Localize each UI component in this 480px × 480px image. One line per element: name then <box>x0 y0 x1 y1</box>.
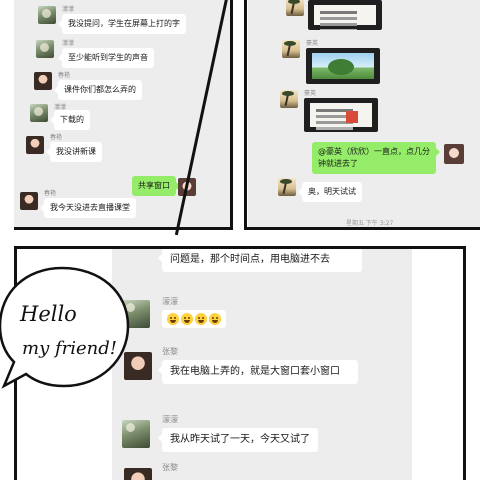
message-bubble[interactable]: 至少能听到学生的声音 <box>58 48 154 68</box>
message-bubble[interactable]: 问题是，那个时间点，用电脑进不去 <box>158 248 362 272</box>
slide-preview <box>310 103 372 127</box>
message-bubble[interactable]: 我从昨天试了一天，今天又试了 <box>158 428 318 452</box>
avatar[interactable] <box>124 468 152 480</box>
emoji-message[interactable] <box>162 310 226 328</box>
slide-preview <box>314 5 376 25</box>
avatar[interactable] <box>26 136 44 154</box>
avatar[interactable] <box>30 104 48 122</box>
message-bubble[interactable]: 我没提问，学生在屏幕上打的字 <box>58 14 186 34</box>
sender-name: 濛濛 <box>162 415 178 424</box>
message-bubble[interactable]: 奥，明天试试 <box>298 182 362 202</box>
speech-text-line2: my friend! <box>22 338 117 359</box>
laughing-emoji-icon <box>195 313 207 325</box>
avatar-own[interactable] <box>444 144 464 164</box>
sender-name: 春艳 <box>44 190 57 197</box>
sender-name: 春艳 <box>50 134 63 141</box>
speech-bubble: Hello my friend! <box>0 262 130 392</box>
speech-bubble-outline <box>0 266 130 389</box>
sender-name: 张黎 <box>162 347 178 356</box>
chat-panel-right: 豪英 豪英 @豪英（欣欣）一直点，点几分钟就进去了 奥，明天试试 星期五 下午 … <box>248 0 480 230</box>
sender-name: 濛濛 <box>62 40 75 47</box>
image-message[interactable] <box>308 0 382 30</box>
message-bubble[interactable]: 下载的 <box>50 110 90 130</box>
sender-name: 春艳 <box>58 72 71 79</box>
avatar[interactable] <box>286 0 304 16</box>
laughing-emoji-icon <box>209 313 221 325</box>
message-bubble-own[interactable]: @豪英（欣欣）一直点，点几分钟就进去了 <box>312 142 440 174</box>
sender-name: 濛濛 <box>62 6 75 13</box>
avatar[interactable] <box>38 6 56 24</box>
avatar[interactable] <box>20 192 38 210</box>
avatar[interactable] <box>122 420 150 448</box>
message-bubble[interactable]: 我今天没进去直播课堂 <box>40 198 136 218</box>
avatar[interactable] <box>282 40 300 58</box>
chat-panel-left: 濛濛 我没提问，学生在屏幕上打的字 濛濛 至少能听到学生的声音 春艳 课件你们都… <box>14 0 230 230</box>
image-message[interactable] <box>304 98 378 132</box>
laughing-emoji-icon <box>167 313 179 325</box>
sender-name: 豪英 <box>304 90 317 97</box>
avatar[interactable] <box>280 90 298 108</box>
laughing-emoji-icon <box>181 313 193 325</box>
timestamp: 星期五 下午 3:27 <box>346 220 394 227</box>
message-bubble[interactable]: 课件你们都怎么弄的 <box>54 80 142 100</box>
sender-name: 豪英 <box>306 40 319 47</box>
message-bubble-own[interactable]: 共享窗口 <box>132 176 180 196</box>
sender-name: 濛濛 <box>162 297 178 306</box>
image-message[interactable] <box>306 48 380 84</box>
chat-panel-bottom: 问题是，那个时间点，用电脑进不去 濛濛 张黎 我在电脑上弄的，就是大窗口套小窗口… <box>112 248 412 480</box>
slide-preview <box>312 53 374 79</box>
avatar[interactable] <box>36 40 54 58</box>
avatar[interactable] <box>34 72 52 90</box>
message-bubble[interactable]: 我在电脑上弄的，就是大窗口套小窗口 <box>158 360 358 384</box>
message-bubble[interactable]: 我没讲新课 <box>46 142 102 162</box>
sender-name: 张黎 <box>162 463 178 472</box>
speech-text-line1: Hello <box>20 302 77 326</box>
avatar[interactable] <box>278 178 296 196</box>
collage-page: 濛濛 我没提问，学生在屏幕上打的字 濛濛 至少能听到学生的声音 春艳 课件你们都… <box>0 0 480 480</box>
